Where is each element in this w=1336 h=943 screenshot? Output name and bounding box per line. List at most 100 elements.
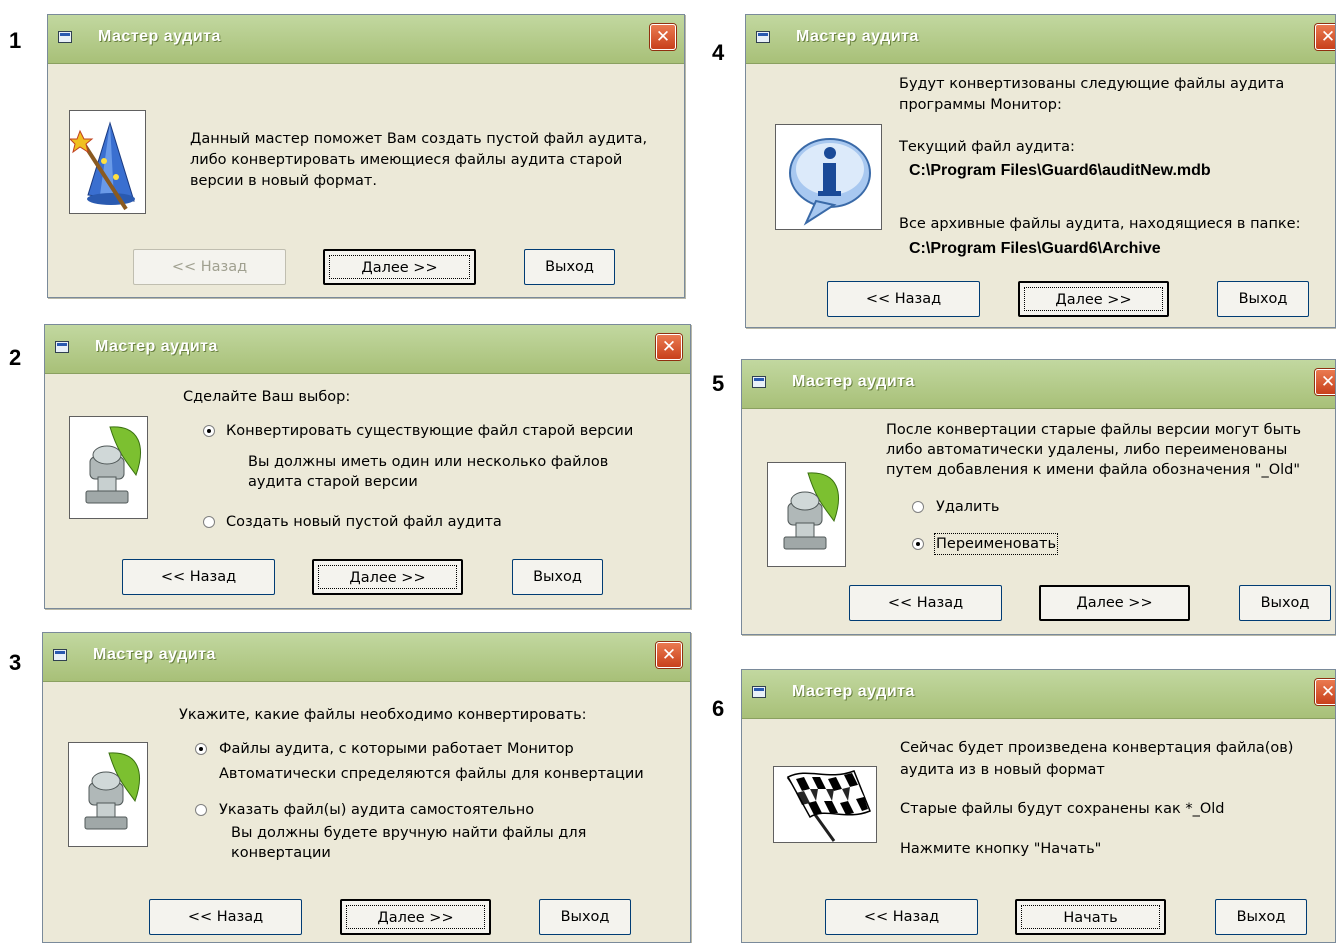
radio-delete-label[interactable]: Удалить xyxy=(936,497,999,517)
radio-convert-label[interactable]: Конвертировать существующие файл старой … xyxy=(226,421,633,441)
back-button[interactable]: << Назад xyxy=(133,249,286,285)
step-number-6: 6 xyxy=(712,696,725,721)
step-number-2: 2 xyxy=(9,345,22,370)
window-icon xyxy=(756,31,770,43)
radio-create-new-label[interactable]: Создать новый пустой файл аудита xyxy=(226,512,502,532)
step-number-4: 4 xyxy=(712,40,725,65)
rename-info-line-1: После конвертации старые файлы версии мо… xyxy=(886,422,1302,438)
next-button[interactable]: Далее >> xyxy=(1018,281,1169,317)
title-bar: Мастер аудита ✕ xyxy=(746,15,1335,64)
step-number-5: 5 xyxy=(712,371,725,396)
dialog-step-1: Мастер аудита ✕ Данный мастер поможет Ва… xyxy=(47,14,685,298)
next-button[interactable]: Далее >> xyxy=(323,249,476,285)
convert-desc-line-2: аудита старой версии xyxy=(248,474,418,490)
close-button[interactable]: ✕ xyxy=(1315,369,1335,395)
title-bar: Мастер аудита ✕ xyxy=(742,670,1335,719)
dialog-step-6: Мастер аудита ✕ Сейчас будет произведена… xyxy=(741,669,1336,943)
convert-desc-line-1: Вы должны иметь один или несколько файло… xyxy=(248,454,609,470)
step-number-3: 3 xyxy=(9,650,22,675)
dialog-step-4: Мастер аудита ✕ Будут конвертизованы сле… xyxy=(745,14,1336,328)
window-title: Мастер аудита xyxy=(792,373,915,390)
radio-rename-label[interactable]: Переименовать xyxy=(934,533,1059,555)
wizard-hat-icon xyxy=(69,110,146,214)
step-number-1: 1 xyxy=(9,28,22,53)
close-button[interactable]: ✕ xyxy=(1315,24,1335,50)
window-title: Мастер аудита xyxy=(93,646,216,663)
intro-line-1: Будут конвертизованы следующие файлы ауд… xyxy=(899,76,1285,92)
files-prompt: Укажите, какие файлы необходимо конверти… xyxy=(179,707,587,723)
start-button[interactable]: Начать xyxy=(1015,899,1166,935)
next-button[interactable]: Далее >> xyxy=(340,899,491,935)
window-icon xyxy=(752,686,766,698)
rename-info-line-2: либо автоматически удалены, либо переиме… xyxy=(886,442,1288,458)
manual-files-desc-line-2: конвертации xyxy=(231,845,331,861)
close-button[interactable]: ✕ xyxy=(1315,679,1335,705)
dialog-step-5: Мастер аудита ✕ После конвертации старые… xyxy=(741,359,1336,635)
next-button-label: Далее >> xyxy=(1024,287,1163,311)
exit-button[interactable]: Выход xyxy=(539,899,631,935)
radio-create-new[interactable] xyxy=(203,516,215,528)
close-button[interactable]: ✕ xyxy=(650,24,676,50)
next-button-label: Далее >> xyxy=(346,905,485,929)
next-button-label: Далее >> xyxy=(318,565,457,589)
gear-leaf-icon xyxy=(68,742,148,847)
window-icon xyxy=(752,376,766,388)
close-button[interactable]: ✕ xyxy=(656,642,682,668)
start-button-label: Начать xyxy=(1021,905,1160,929)
exit-button[interactable]: Выход xyxy=(1217,281,1309,317)
window-icon xyxy=(58,31,72,43)
window-title: Мастер аудита xyxy=(792,683,915,700)
title-bar: Мастер аудита ✕ xyxy=(45,325,690,374)
radio-monitor-files[interactable] xyxy=(195,743,207,755)
next-button[interactable]: Далее >> xyxy=(312,559,463,595)
final-line-2: аудита из в новый формат xyxy=(900,762,1105,778)
radio-manual-files[interactable] xyxy=(195,804,207,816)
close-button[interactable]: ✕ xyxy=(656,334,682,360)
back-button[interactable]: << Назад xyxy=(849,585,1002,621)
next-button[interactable]: Далее >> xyxy=(1039,585,1190,621)
window-title: Мастер аудита xyxy=(95,338,218,355)
radio-monitor-files-label[interactable]: Файлы аудита, с которыми работает Монито… xyxy=(219,739,574,759)
radio-rename[interactable] xyxy=(912,538,924,550)
rename-info-line-3: путем добавления к имени файла обозначен… xyxy=(886,462,1301,478)
current-file-path: C:\Program Files\Guard6\auditNew.mdb xyxy=(909,162,1211,179)
title-bar: Мастер аудита ✕ xyxy=(48,15,684,64)
final-line-3: Старые файлы будут сохранены как *_Old xyxy=(900,801,1225,817)
final-line-4: Нажмите кнопку "Начать" xyxy=(900,841,1102,857)
exit-button[interactable]: Выход xyxy=(1215,899,1307,935)
description-line-1: Данный мастер поможет Вам создать пустой… xyxy=(190,131,648,147)
dialog-step-3: Мастер аудита ✕ Укажите, какие файлы нео… xyxy=(42,632,691,943)
description-line-2: либо конвертировать имеющиеся файлы ауди… xyxy=(190,152,623,168)
back-button[interactable]: << Назад xyxy=(825,899,978,935)
choice-prompt: Сделайте Ваш выбор: xyxy=(183,389,351,405)
window-title: Мастер аудита xyxy=(98,28,221,45)
manual-files-desc-line-1: Вы должны будете вручную найти файлы для xyxy=(231,825,587,841)
window-icon xyxy=(55,341,69,353)
current-file-label: Текущий файл аудита: xyxy=(899,139,1075,155)
radio-delete[interactable] xyxy=(912,501,924,513)
title-bar: Мастер аудита ✕ xyxy=(742,360,1335,409)
exit-button[interactable]: Выход xyxy=(512,559,603,595)
gear-leaf-icon xyxy=(767,462,846,567)
radio-convert[interactable] xyxy=(203,425,215,437)
exit-button[interactable]: Выход xyxy=(524,249,615,285)
checkered-flag-icon xyxy=(773,766,877,843)
back-button[interactable]: << Назад xyxy=(827,281,980,317)
radio-manual-files-label[interactable]: Указать файл(ы) аудита самостоятельно xyxy=(219,800,534,820)
monitor-files-desc: Автоматически спределяются файлы для кон… xyxy=(219,766,644,782)
window-title: Мастер аудита xyxy=(796,28,919,45)
back-button[interactable]: << Назад xyxy=(122,559,275,595)
intro-line-2: программы Монитор: xyxy=(899,97,1062,113)
next-button-label: Далее >> xyxy=(329,255,470,279)
title-bar: Мастер аудита ✕ xyxy=(43,633,690,682)
dialog-step-2: Мастер аудита ✕ Сделайте Ваш выбор: Конв… xyxy=(44,324,691,609)
exit-button[interactable]: Выход xyxy=(1239,585,1331,621)
archive-path: C:\Program Files\Guard6\Archive xyxy=(909,240,1161,257)
info-icon xyxy=(775,124,882,230)
back-button[interactable]: << Назад xyxy=(149,899,302,935)
archive-label: Все архивные файлы аудита, находящиеся в… xyxy=(899,216,1301,232)
description-line-3: версии в новый формат. xyxy=(190,173,377,189)
final-line-1: Сейчас будет произведена конвертация фай… xyxy=(900,740,1294,756)
gear-leaf-icon xyxy=(69,416,148,519)
window-icon xyxy=(53,649,67,661)
